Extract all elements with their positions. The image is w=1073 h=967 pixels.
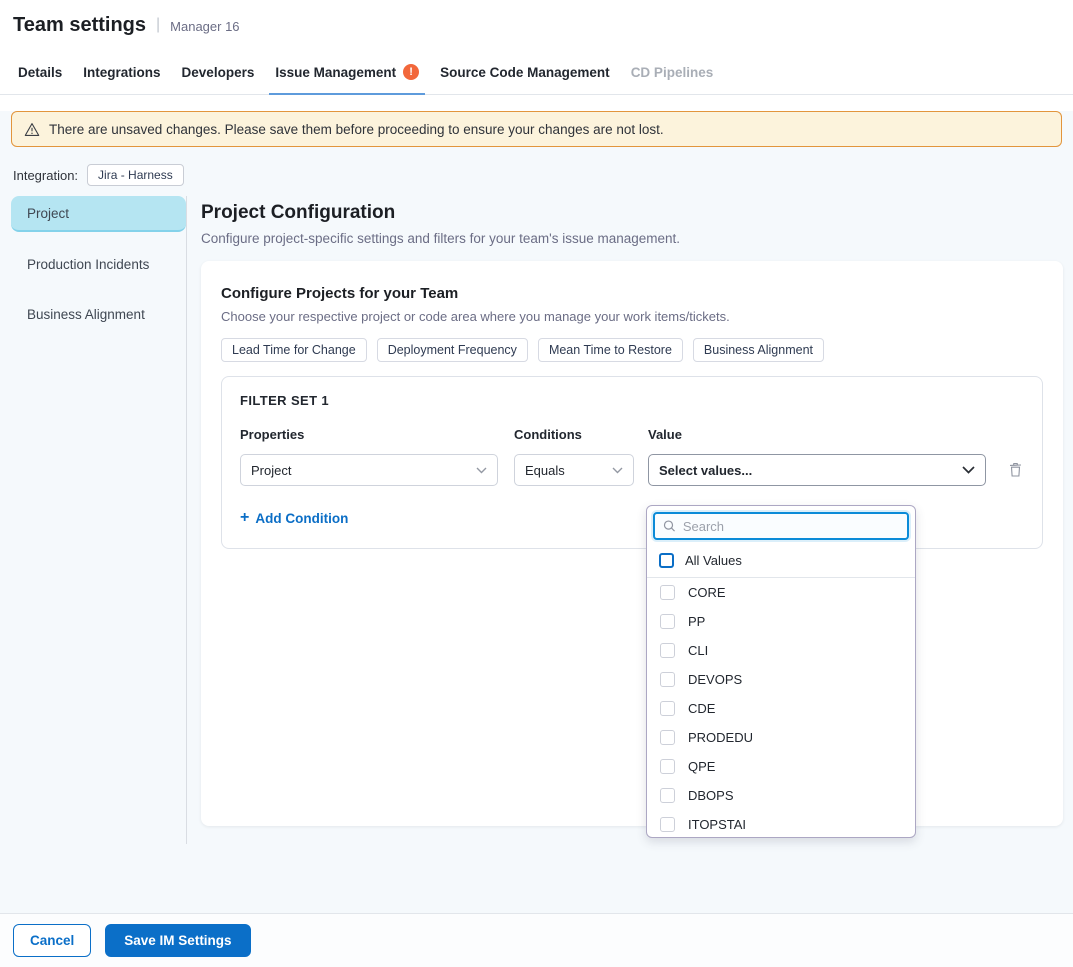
footer-actions: Cancel Save IM Settings (0, 913, 1073, 967)
checkbox[interactable] (660, 672, 675, 687)
option-itopstai[interactable]: ITOPSTAI (647, 810, 915, 838)
option-pp[interactable]: PP (647, 607, 915, 636)
integration-row: Integration: Jira - Harness (13, 164, 1073, 186)
configure-projects-card: Configure Projects for your Team Choose … (201, 261, 1063, 826)
checkbox[interactable] (660, 759, 675, 774)
page-title: Team settings (13, 14, 146, 37)
warning-triangle-icon (24, 122, 40, 137)
checkbox[interactable] (660, 730, 675, 745)
option-cde[interactable]: CDE (647, 694, 915, 723)
checkbox[interactable] (660, 817, 675, 832)
filter-row: Project Equals Select values... (240, 454, 1024, 486)
value-dropdown-panel: All Values CORE PP CLI DEVOPS CDE PRODED… (646, 505, 916, 838)
card-title: Configure Projects for your Team (221, 285, 1043, 302)
tab-cd-pipelines: CD Pipelines (631, 50, 714, 94)
cancel-button[interactable]: Cancel (13, 924, 91, 957)
sidebar-item-project[interactable]: Project (11, 196, 186, 232)
title-separator: | (156, 16, 160, 34)
column-value: Value (648, 427, 986, 442)
main-panel: Project Configuration Configure project-… (187, 196, 1063, 826)
metric-tag: Deployment Frequency (377, 338, 528, 362)
property-select[interactable]: Project (240, 454, 498, 486)
content-area: There are unsaved changes. Please save t… (0, 111, 1073, 913)
plus-icon: + (240, 510, 249, 526)
unsaved-changes-badge-icon: ! (403, 64, 419, 80)
metric-tags-row: Lead Time for Change Deployment Frequenc… (221, 338, 1043, 362)
metric-tag: Lead Time for Change (221, 338, 367, 362)
option-cli[interactable]: CLI (647, 636, 915, 665)
search-icon (663, 519, 676, 533)
option-qpe[interactable]: QPE (647, 752, 915, 781)
section-sidebar: Project Production Incidents Business Al… (11, 196, 186, 346)
checkbox[interactable] (660, 701, 675, 716)
tab-details[interactable]: Details (18, 50, 62, 94)
dropdown-search-box[interactable] (653, 512, 909, 540)
tab-developers[interactable]: Developers (182, 50, 255, 94)
tab-integrations[interactable]: Integrations (83, 50, 160, 94)
section-subtitle: Configure project-specific settings and … (201, 231, 1063, 246)
option-devops[interactable]: DEVOPS (647, 665, 915, 694)
metric-tag: Business Alignment (693, 338, 824, 362)
option-prodedu[interactable]: PRODEDU (647, 723, 915, 752)
option-core[interactable]: CORE (647, 578, 915, 607)
settings-tabbar: Details Integrations Developers Issue Ma… (0, 50, 1073, 95)
tab-source-code-management[interactable]: Source Code Management (440, 50, 610, 94)
sidebar-item-production-incidents[interactable]: Production Incidents (11, 246, 186, 282)
value-multiselect[interactable]: Select values... (648, 454, 986, 486)
option-dbops[interactable]: DBOPS (647, 781, 915, 810)
team-name-label: Manager 16 (170, 16, 239, 34)
section-title: Project Configuration (201, 202, 1063, 224)
integration-chip[interactable]: Jira - Harness (87, 164, 184, 186)
checkbox[interactable] (660, 643, 675, 658)
metric-tag: Mean Time to Restore (538, 338, 683, 362)
delete-filter-button[interactable] (1008, 462, 1023, 478)
checkbox[interactable] (660, 614, 675, 629)
dropdown-options-list: CORE PP CLI DEVOPS CDE PRODEDU QPE DBOPS… (647, 578, 915, 838)
checkbox[interactable] (660, 585, 675, 600)
sidebar-item-business-alignment[interactable]: Business Alignment (11, 296, 186, 332)
integration-label: Integration: (13, 168, 78, 183)
card-subtitle: Choose your respective project or code a… (221, 309, 1043, 324)
filter-set-title: FILTER SET 1 (240, 393, 1024, 408)
save-im-settings-button[interactable]: Save IM Settings (105, 924, 250, 957)
chevron-down-icon (476, 467, 487, 474)
chevron-down-icon (612, 467, 623, 474)
column-properties: Properties (240, 427, 498, 442)
chevron-down-icon (962, 466, 975, 474)
trash-icon (1008, 462, 1023, 478)
filter-set-1: FILTER SET 1 Properties Conditions Value… (221, 376, 1043, 549)
search-input[interactable] (683, 519, 899, 534)
page-header: Team settings | Manager 16 (0, 0, 1073, 50)
tab-issue-management[interactable]: Issue Management ! (275, 50, 419, 94)
filter-column-headers: Properties Conditions Value (240, 427, 1024, 442)
checkbox[interactable] (660, 788, 675, 803)
column-conditions: Conditions (514, 427, 634, 442)
checkbox-all-values[interactable] (659, 553, 674, 568)
unsaved-changes-banner: There are unsaved changes. Please save t… (11, 111, 1062, 147)
banner-text: There are unsaved changes. Please save t… (49, 122, 664, 137)
condition-select[interactable]: Equals (514, 454, 634, 486)
all-values-option[interactable]: All Values (647, 546, 915, 574)
